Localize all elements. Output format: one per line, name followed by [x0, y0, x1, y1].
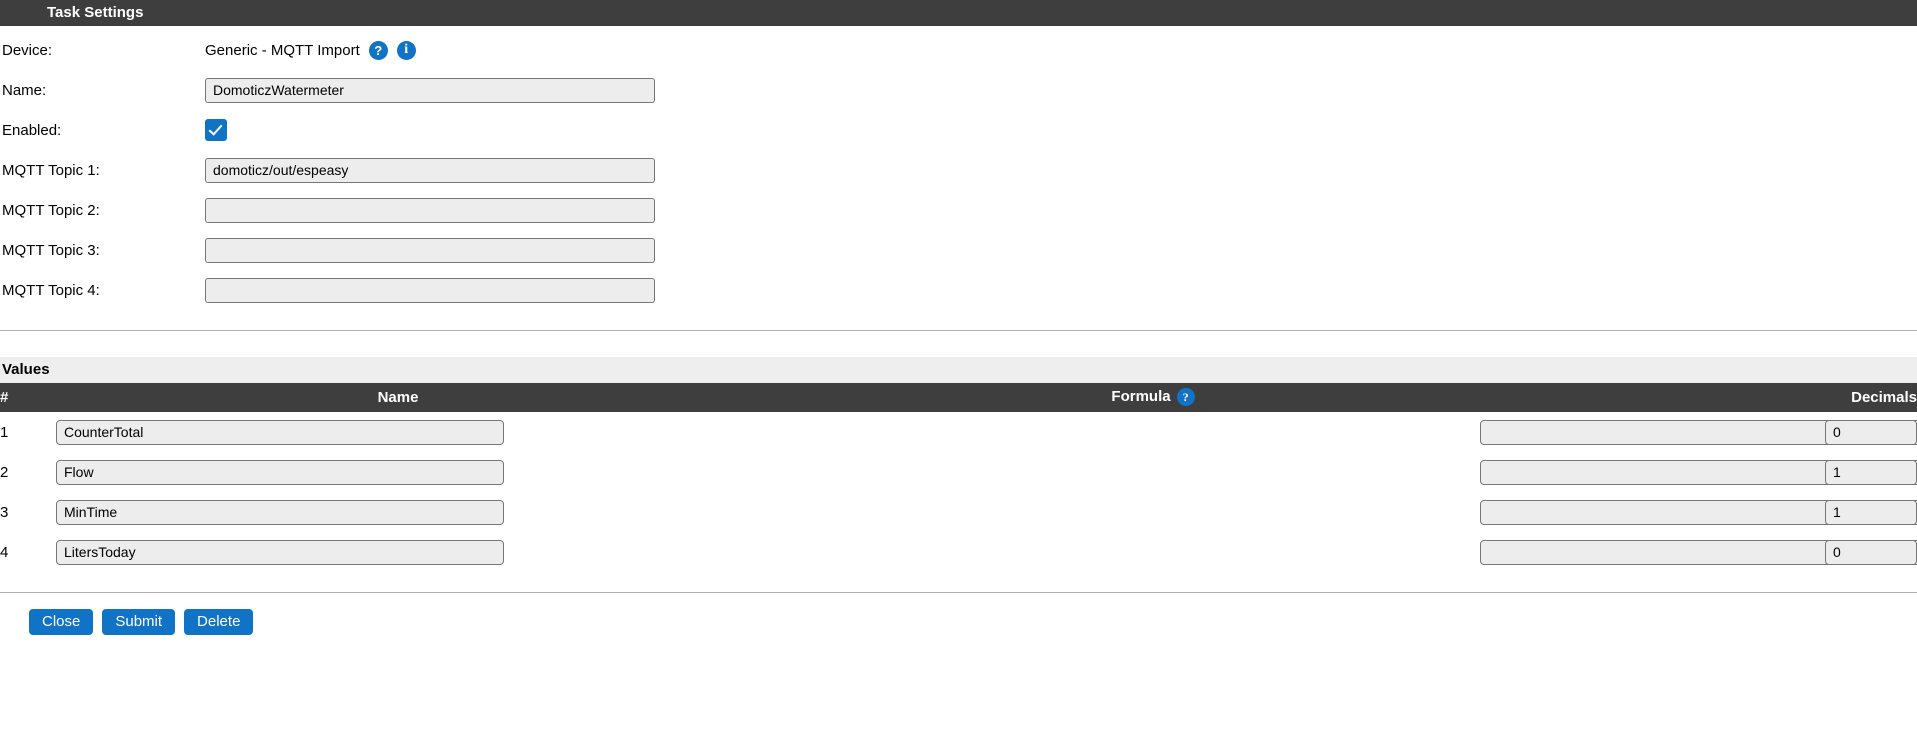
table-row: 4	[0, 532, 1917, 572]
values-table: # Name Formula? Decimals 1 2	[0, 383, 1917, 572]
column-header-formula-text: Formula	[1111, 388, 1171, 406]
values-table-header-row: # Name Formula? Decimals	[0, 383, 1917, 412]
values-table-body: 1 2 3 4	[0, 412, 1917, 572]
column-header-formula: Formula?	[768, 383, 1538, 412]
device-label: Device:	[2, 41, 53, 59]
name-input[interactable]	[205, 77, 655, 103]
mqtt-topic-2-row: MQTT Topic 2:	[0, 190, 1917, 230]
row-formula-cell	[768, 492, 1917, 532]
action-buttons: Close Submit Delete	[0, 593, 1917, 635]
mqtt-topic-4-value-group	[205, 277, 655, 303]
name-row: Name:	[0, 70, 1917, 110]
task-settings-header: Task Settings	[0, 0, 1917, 26]
mqtt-topic-1-row: MQTT Topic 1:	[0, 150, 1917, 190]
submit-button[interactable]: Submit	[102, 609, 176, 635]
mqtt-topic-2-label: MQTT Topic 2:	[2, 201, 100, 219]
device-name-text: Generic - MQTT Import	[205, 41, 360, 59]
mqtt-topic-1-input[interactable]	[205, 157, 655, 183]
row-name-cell	[28, 452, 768, 492]
row-number: 2	[0, 463, 9, 481]
row-number: 4	[0, 543, 9, 561]
help-icon[interactable]: ?	[368, 40, 388, 60]
device-value-group: Generic - MQTT Import ? i	[205, 40, 416, 60]
value-decimals-input[interactable]	[1825, 419, 1917, 445]
info-icon[interactable]: i	[396, 40, 416, 60]
device-row: Device: Generic - MQTT Import ? i	[0, 30, 1917, 70]
column-header-number: #	[0, 383, 28, 412]
mqtt-topic-2-input[interactable]	[205, 197, 655, 223]
mqtt-topic-3-input[interactable]	[205, 237, 655, 263]
value-decimals-input[interactable]	[1825, 499, 1917, 525]
value-decimals-input[interactable]	[1825, 539, 1917, 565]
row-number: 1	[0, 423, 9, 441]
table-row: 1	[0, 412, 1917, 452]
mqtt-topic-2-value-group	[205, 197, 655, 223]
row-formula-cell	[768, 412, 1917, 452]
table-row: 3	[0, 492, 1917, 532]
value-name-input[interactable]	[56, 499, 504, 525]
values-section-title: Values	[0, 357, 1917, 383]
mqtt-topic-3-label: MQTT Topic 3:	[2, 241, 100, 259]
name-label: Name:	[2, 81, 47, 99]
value-name-input[interactable]	[56, 459, 504, 485]
mqtt-topic-1-label: MQTT Topic 1:	[2, 161, 100, 179]
row-formula-cell	[768, 532, 1917, 572]
task-settings-form: Device: Generic - MQTT Import ? i Name: …	[0, 26, 1917, 310]
enabled-value-group	[205, 119, 227, 141]
mqtt-topic-4-label: MQTT Topic 4:	[2, 281, 100, 299]
mqtt-topic-4-row: MQTT Topic 4:	[0, 270, 1917, 310]
row-name-cell	[28, 412, 768, 452]
enabled-label: Enabled:	[2, 121, 62, 139]
column-header-decimals: Decimals	[1538, 383, 1917, 412]
value-name-input[interactable]	[56, 539, 504, 565]
table-row: 2	[0, 452, 1917, 492]
name-value-group	[205, 77, 655, 103]
mqtt-topic-4-input[interactable]	[205, 277, 655, 303]
row-name-cell	[28, 492, 768, 532]
mqtt-topic-1-value-group	[205, 157, 655, 183]
mqtt-topic-3-value-group	[205, 237, 655, 263]
mqtt-topic-3-row: MQTT Topic 3:	[0, 230, 1917, 270]
row-number: 3	[0, 503, 9, 521]
close-button[interactable]: Close	[29, 609, 94, 635]
value-name-input[interactable]	[56, 419, 504, 445]
column-header-name: Name	[28, 383, 768, 412]
enabled-row: Enabled:	[0, 110, 1917, 150]
delete-button[interactable]: Delete	[184, 609, 254, 635]
enabled-checkbox[interactable]	[205, 119, 227, 141]
row-formula-cell	[768, 452, 1917, 492]
formula-help-icon[interactable]: ?	[1176, 387, 1195, 406]
value-decimals-input[interactable]	[1825, 459, 1917, 485]
row-name-cell	[28, 532, 768, 572]
